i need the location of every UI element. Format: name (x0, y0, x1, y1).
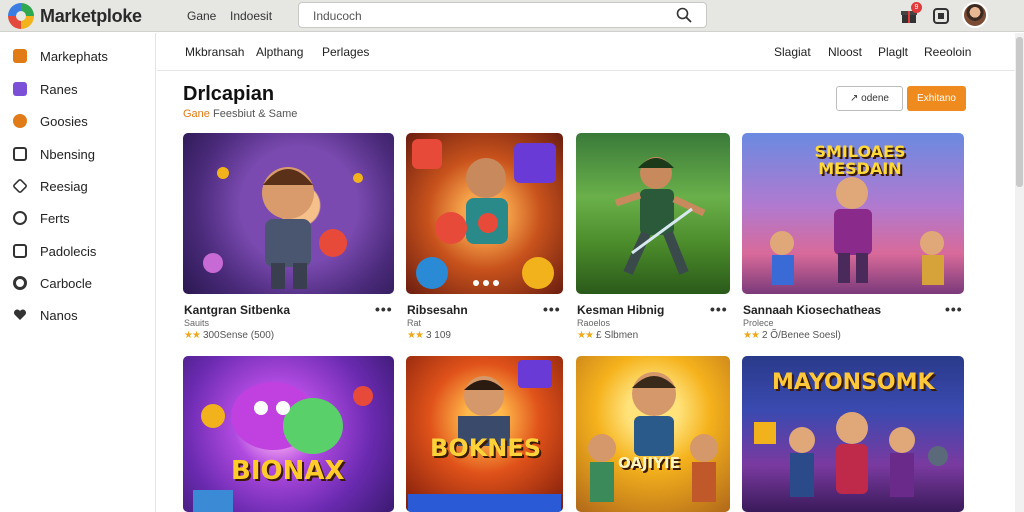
page-subtitle: Gane Feesbiut & Same (183, 108, 297, 120)
game-card-image[interactable]: BOKNES (406, 356, 563, 512)
topnav-item-gane[interactable]: Gane (187, 9, 216, 23)
rating-text: 3 109 (425, 330, 451, 341)
user-avatar[interactable] (962, 2, 988, 28)
sidebar-item-reesiag[interactable]: Reesiag (0, 172, 155, 200)
tab-perlages[interactable]: Perlages (322, 45, 369, 59)
sidebar-item-nbensing[interactable]: Nbensing (0, 140, 155, 168)
notification-badge: 9 (911, 2, 922, 13)
card-art-title: BOKNES (430, 434, 542, 462)
search-icon[interactable] (676, 7, 692, 23)
sidebar-item-ferts[interactable]: Ferts (0, 204, 155, 232)
top-bar: Marketploke Gane Indoesit Inducoch 9 (0, 0, 1024, 32)
card-title[interactable]: Kantgran Sitbenka (184, 303, 290, 317)
sidebar-item-nanos[interactable]: Nanos (0, 301, 155, 329)
card-subtitle: Sauits (184, 318, 210, 328)
exhitano-button[interactable]: Exhitano (907, 86, 966, 111)
hero-character-art (193, 382, 373, 512)
page-title: Drlcapian (183, 83, 275, 105)
brand-logo-icon[interactable] (8, 3, 34, 29)
topnav-item-indoesit[interactable]: Indoesit (230, 9, 272, 23)
tab-alpthang[interactable]: Alpthang (256, 45, 303, 59)
card-title[interactable]: Kesman Hibnig (577, 303, 664, 317)
tab-reeoloin[interactable]: Reeoloin (924, 45, 971, 59)
sidebar-item-carbocle[interactable]: Carbocle (0, 269, 155, 297)
sidebar-item-label: Goosies (40, 114, 88, 129)
sidebar-item-label: Markephats (40, 49, 108, 64)
hero-character-art (412, 139, 556, 289)
star-rating-icon: ★★ (577, 330, 594, 341)
scroll-thumb[interactable] (1016, 37, 1023, 187)
gamepad-icon (13, 114, 27, 128)
sidebar-item-padolecis[interactable]: Padolecis (0, 237, 155, 265)
game-card-image[interactable] (406, 133, 563, 294)
more-options-icon[interactable]: ••• (543, 301, 561, 317)
sidebar-item-label: Ranes (40, 82, 78, 97)
card-rating: ★★ 2 Õ/Benee Soesl) (743, 330, 841, 341)
category-tabs: Mkbransah Alpthang Perlages Slagiat Nloo… (157, 33, 1015, 71)
star-rating-icon: ★★ (743, 330, 760, 341)
circle-icon (13, 276, 27, 290)
game-card-image[interactable] (576, 133, 730, 294)
game-card-image[interactable]: OAJIYIE (576, 356, 730, 512)
game-card-image[interactable]: MAYONSOMK (742, 356, 964, 512)
rating-text: 2 Õ/Benee Soesl) (761, 330, 841, 341)
card-art-title: SMILOAES MESDAIN (814, 142, 906, 178)
card-art-title: BIONAX (231, 456, 345, 486)
hero-character-art (588, 372, 718, 502)
card-subtitle: Prolece (743, 318, 774, 328)
box-icon (13, 244, 27, 258)
brand-name[interactable]: Marketploke (40, 6, 142, 27)
scrollbar[interactable] (1015, 33, 1024, 512)
sidebar-item-label: Reesiag (40, 179, 88, 194)
tab-slagiat[interactable]: Slagiat (774, 45, 811, 59)
more-options-icon[interactable]: ••• (945, 301, 963, 317)
square-icon (13, 147, 27, 161)
heart-icon (13, 309, 27, 320)
game-card-image[interactable] (183, 133, 394, 294)
more-options-icon[interactable]: ••• (375, 301, 393, 317)
tab-plaglt[interactable]: Plaglt (878, 45, 908, 59)
sidebar-item-label: Nbensing (40, 147, 95, 162)
open-button[interactable]: ↗ odene (836, 86, 903, 111)
rating-text: £ Slbmen (595, 330, 639, 341)
hero-character-art (203, 167, 363, 289)
sidebar-item-label: Ferts (40, 211, 70, 226)
hero-character-art (614, 157, 706, 276)
search-placeholder: Inducoch (313, 9, 362, 23)
card-subtitle: Raoelos (577, 318, 611, 328)
card-rating: ★★ £ Slbmen (577, 330, 638, 341)
more-options-icon[interactable]: ••• (710, 301, 728, 317)
games-icon (13, 82, 27, 96)
game-card-image[interactable]: BIONAX (183, 356, 394, 512)
tab-nloost[interactable]: Nloost (828, 45, 862, 59)
tab-mkbransah[interactable]: Mkbransah (185, 45, 244, 59)
star-rating-icon: ★★ (184, 330, 201, 341)
tag-icon (12, 178, 28, 194)
sidebar-item-label: Carbocle (40, 276, 93, 291)
sidebar-item-label: Nanos (40, 308, 78, 323)
card-title[interactable]: Sannaah Kiosechatheas (743, 303, 881, 317)
square-menu-icon[interactable] (932, 7, 950, 25)
sidebar-item-ranes[interactable]: Ranes (0, 75, 155, 103)
card-art-title: OAJIYIE (618, 454, 680, 472)
sidebar-item-markephats[interactable]: Markephats (0, 42, 155, 70)
subtitle-accent: Gane (183, 108, 210, 120)
search-input[interactable]: Inducoch (298, 2, 707, 28)
storefront-icon (13, 49, 27, 63)
star-rating-icon: ★★ (407, 330, 424, 341)
rating-text: 300Sense (500) (202, 330, 275, 341)
card-subtitle: Rat (407, 318, 422, 328)
card-title[interactable]: Ribsesahn (407, 303, 468, 317)
sidebar-item-label: Padolecis (40, 244, 97, 259)
game-card-image[interactable]: SMILOAES MESDAIN (742, 133, 964, 294)
sidebar-item-goosies[interactable]: Goosies (0, 107, 155, 135)
subtitle-rest: Feesbiut & Same (212, 108, 298, 120)
card-rating: ★★ 300Sense (500) (184, 330, 274, 341)
sidebar: Markephats Ranes Goosies Nbensing Reesia… (0, 33, 156, 512)
card-rating: ★★ 3 109 (407, 330, 451, 341)
clock-icon (13, 211, 27, 225)
card-art-title: MAYONSOMK (772, 370, 935, 395)
